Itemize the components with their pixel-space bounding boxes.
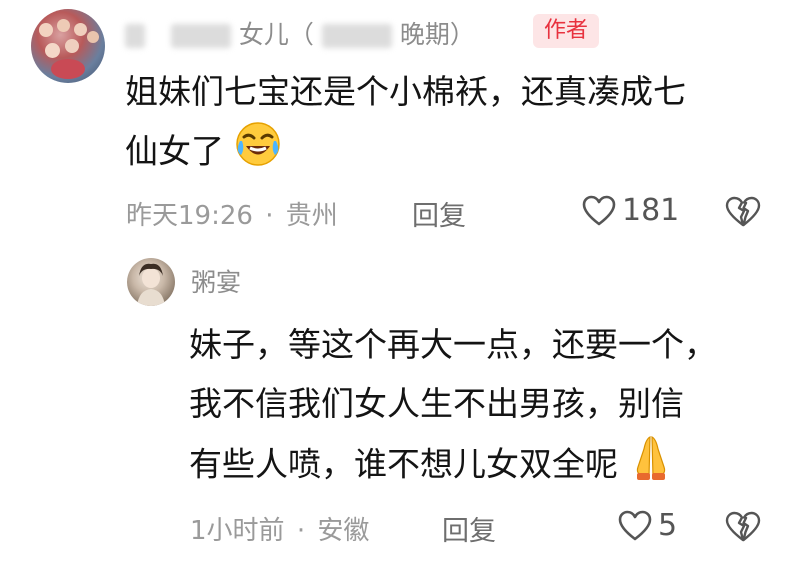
reply-button[interactable]: 回复	[412, 194, 466, 233]
heart-icon	[582, 195, 616, 225]
replier-avatar[interactable]	[127, 258, 175, 306]
comment-text-line: 姐妹们七宝还是个小棉袄，还真凑成七	[125, 72, 686, 111]
comment-meta: 昨天19:26 · 贵州	[126, 195, 338, 232]
reply-dislike-button[interactable]	[725, 511, 761, 547]
author-badge: 作者	[533, 14, 599, 48]
commenter-name-part: 女儿（	[238, 20, 314, 49]
heart-icon	[618, 510, 652, 540]
reply-time: 1小时前	[190, 516, 285, 546]
comment-time: 昨天19:26	[126, 201, 253, 231]
reply-text-line: 有些人喷，谁不想儿女双全呢	[189, 444, 618, 484]
commenter-avatar[interactable]	[31, 9, 105, 83]
comment-text: 姐妹们七宝还是个小棉袄，还真凑成七 仙女了	[125, 62, 686, 185]
like-count: 181	[622, 193, 680, 228]
dislike-button[interactable]	[725, 196, 761, 232]
reply-to-reply-button[interactable]: 回复	[442, 509, 496, 548]
reply-like-button[interactable]: 5	[618, 508, 677, 543]
reply-text-line: 我不信我们女人生不出男孩，别信	[189, 384, 684, 423]
laughing-crying-emoji-icon	[235, 121, 281, 185]
reply-text-line: 妹子，等这个再大一点，还要一个，	[189, 325, 717, 364]
reply-location: 安徽	[317, 516, 370, 546]
reply-meta: 1小时前 · 安徽	[190, 510, 369, 547]
comment-location: 贵州	[285, 201, 338, 231]
commenter-name[interactable]: 女儿（ 晚期）	[125, 15, 475, 51]
meta-separator: ·	[296, 516, 306, 546]
commenter-name-tail: 晚期）	[399, 20, 475, 49]
reply-text: 妹子，等这个再大一点，还要一个， 我不信我们女人生不出男孩，别信 有些人喷，谁不…	[189, 315, 717, 499]
replier-name[interactable]: 粥宴	[191, 263, 241, 299]
replier-avatar-image	[137, 263, 165, 306]
reply-like-count: 5	[658, 508, 678, 543]
broken-heart-icon	[725, 511, 761, 542]
like-button[interactable]: 181	[582, 193, 679, 228]
comment-text-line: 仙女了	[125, 131, 224, 171]
praying-hands-emoji-icon	[629, 433, 673, 499]
meta-separator: ·	[265, 201, 274, 231]
broken-heart-icon	[725, 196, 761, 227]
